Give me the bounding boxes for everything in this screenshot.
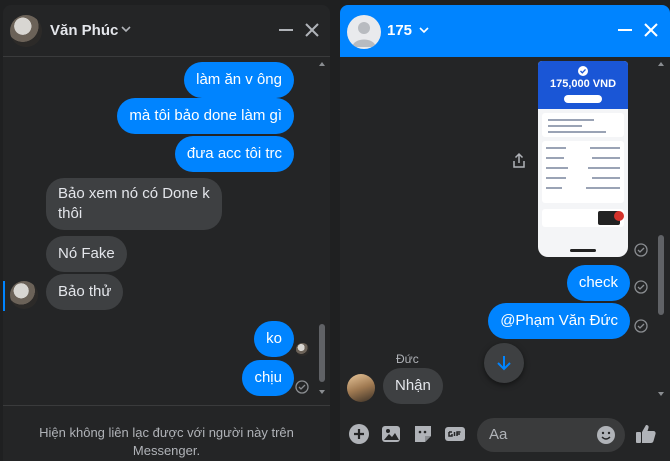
gif-icon[interactable] bbox=[443, 422, 467, 446]
seen-check-icon bbox=[634, 319, 648, 333]
notice-line: Hiện không liên lạc được với người này t… bbox=[39, 425, 294, 440]
message-bubble[interactable]: ko bbox=[254, 321, 294, 357]
chat-header[interactable]: 175 bbox=[340, 5, 670, 57]
contact-name[interactable]: 175 bbox=[387, 22, 412, 39]
message-bubble[interactable]: mà tôi bảo done làm gì bbox=[117, 98, 294, 134]
seen-check-icon bbox=[634, 243, 648, 257]
receipt-amount: 175,000 VND bbox=[549, 78, 617, 90]
message-composer bbox=[340, 408, 670, 461]
message-list[interactable]: 175,000 VND check @Phạm Văn Đức Đức Nhận bbox=[340, 58, 670, 408]
sticker-icon[interactable] bbox=[411, 422, 435, 446]
unavailable-notice: Hiện không liên lạc được với người này t… bbox=[3, 405, 330, 461]
image-icon[interactable] bbox=[379, 422, 403, 446]
check-circle-icon bbox=[578, 66, 588, 76]
unread-marker bbox=[3, 281, 5, 311]
default-avatar-icon bbox=[352, 22, 376, 47]
chat-window-right: 175 175,000 VND check @Phạm Văn Đức Đức … bbox=[340, 5, 670, 461]
message-bubble[interactable]: check bbox=[566, 265, 630, 301]
seen-avatar bbox=[296, 343, 309, 356]
receipt-details bbox=[542, 141, 624, 203]
arrow-down-icon bbox=[497, 356, 511, 371]
scrollbar[interactable] bbox=[656, 60, 666, 400]
message-bubble[interactable]: đưa acc tôi trc bbox=[174, 136, 294, 172]
message-list[interactable]: làm ăn v ông mà tôi bảo done làm gì đưa … bbox=[3, 58, 330, 398]
contact-avatar[interactable] bbox=[10, 15, 42, 47]
contact-avatar[interactable] bbox=[347, 15, 381, 49]
chevron-down-icon[interactable] bbox=[418, 24, 430, 36]
message-bubble[interactable]: Bảo xem nó có Done k thôi bbox=[46, 178, 222, 230]
share-icon[interactable] bbox=[511, 152, 527, 170]
close-icon[interactable] bbox=[642, 21, 660, 39]
chat-header[interactable]: Văn Phúc bbox=[3, 5, 330, 57]
scrollbar[interactable] bbox=[317, 60, 327, 398]
screen: Văn Phúc làm ăn v ông mà tôi bảo done là… bbox=[0, 0, 670, 461]
scroll-to-bottom-button[interactable] bbox=[484, 343, 524, 383]
message-input[interactable] bbox=[489, 426, 589, 443]
chat-window-left: Văn Phúc làm ăn v ông mà tôi bảo done là… bbox=[3, 5, 330, 461]
close-icon[interactable] bbox=[303, 21, 321, 39]
seen-check-icon bbox=[295, 380, 309, 394]
minimize-icon[interactable] bbox=[616, 21, 634, 39]
message-line: Bảo xem nó có Done k bbox=[58, 185, 210, 202]
message-bubble[interactable]: Nhận bbox=[383, 368, 443, 404]
message-bubble[interactable]: làm ăn v ông bbox=[184, 62, 294, 98]
message-input-wrapper bbox=[477, 418, 625, 452]
receipt-recipient-card bbox=[542, 113, 624, 137]
contact-name[interactable]: Văn Phúc bbox=[50, 22, 118, 39]
message-bubble[interactable]: Nó Fake bbox=[46, 236, 127, 272]
chevron-down-icon[interactable] bbox=[120, 23, 132, 35]
message-bubble[interactable]: @Phạm Văn Đức bbox=[488, 303, 630, 339]
message-line: thôi bbox=[58, 205, 83, 222]
emoji-icon[interactable] bbox=[596, 425, 616, 445]
sender-avatar[interactable] bbox=[10, 281, 38, 309]
sender-avatar[interactable] bbox=[347, 374, 375, 402]
message-bubble[interactable]: chịu bbox=[242, 360, 294, 396]
sender-name: Đức bbox=[396, 352, 419, 366]
receipt-banner bbox=[542, 209, 624, 227]
minimize-icon[interactable] bbox=[277, 21, 295, 39]
plus-icon[interactable] bbox=[347, 422, 371, 446]
phone-home-bar bbox=[570, 249, 596, 252]
seen-check-icon bbox=[634, 280, 648, 294]
notice-line: Messenger. bbox=[132, 443, 201, 458]
like-thumb-icon[interactable] bbox=[634, 422, 658, 446]
message-bubble[interactable]: Bảo thử bbox=[46, 274, 124, 310]
receipt-button bbox=[564, 95, 602, 103]
shared-image-receipt[interactable]: 175,000 VND bbox=[538, 61, 628, 257]
receipt-header: 175,000 VND bbox=[538, 61, 628, 109]
